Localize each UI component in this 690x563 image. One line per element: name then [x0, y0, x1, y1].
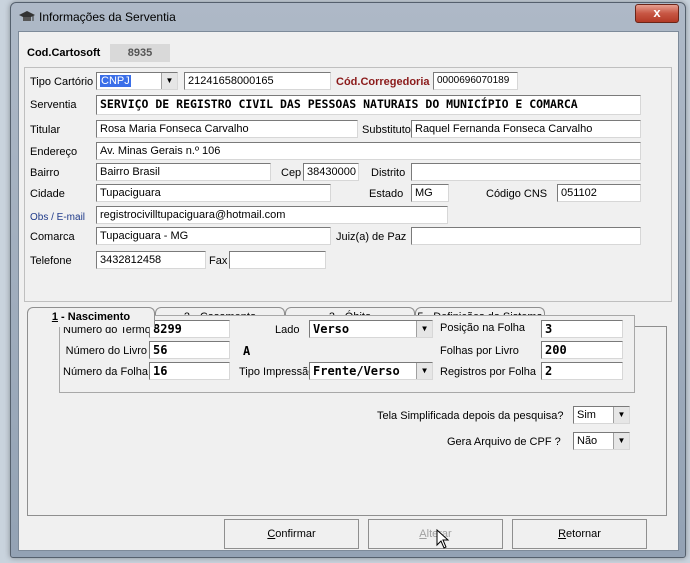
tipo-cartorio-label: Tipo Cartório: [30, 76, 94, 88]
distrito-label: Distrito: [371, 167, 406, 179]
lado-value: Verso: [313, 322, 350, 336]
tela-simplificada-label: Tela Simplificada depois da pesquisa?: [377, 410, 564, 422]
cod-cartosoft-value: 8935: [110, 44, 170, 62]
folhas-livro-field[interactable]: 200: [541, 341, 623, 359]
numero-folha-field[interactable]: 16: [149, 362, 230, 380]
folhas-livro-label: Folhas por Livro: [440, 345, 519, 357]
numero-termo-field[interactable]: 8299: [149, 320, 230, 338]
gera-cpf-value: Não: [577, 435, 598, 447]
tab-nascimento-label: - Nascimento: [57, 311, 131, 323]
cidade-label: Cidade: [30, 188, 65, 200]
gera-cpf-select[interactable]: Não ▼: [573, 432, 630, 450]
juiz-de-paz-label: Juiz(a) de Paz: [336, 231, 407, 243]
obs-email-field[interactable]: registrocivilltupaciguara@hotmail.com: [96, 206, 448, 224]
numero-livro-label: Número do Livro: [65, 345, 147, 357]
retornar-button[interactable]: Retornar: [512, 519, 647, 549]
client-area: Cod.Cartosoft 8935 Tipo Cartório CNPJ ▼ …: [18, 31, 679, 551]
comarca-label: Comarca: [30, 231, 75, 243]
chevron-down-icon[interactable]: ▼: [416, 321, 432, 337]
alterar-key: A: [419, 528, 427, 540]
close-button[interactable]: x: [635, 4, 679, 23]
numero-folha-label: Número da Folha: [63, 366, 148, 378]
substituto-label: Substituto: [362, 124, 411, 136]
tipo-impressao-value: Frente/Verso: [313, 364, 400, 378]
endereco-field[interactable]: Av. Minas Gerais n.º 106: [96, 142, 641, 160]
lado-select[interactable]: Verso ▼: [309, 320, 433, 338]
tela-simplificada-select[interactable]: Sim ▼: [573, 406, 630, 424]
confirmar-button[interactable]: Confirmar: [224, 519, 359, 549]
cidade-field[interactable]: Tupaciguara: [96, 184, 331, 202]
chevron-down-icon[interactable]: ▼: [161, 73, 177, 89]
fax-label: Fax: [209, 255, 228, 267]
gera-cpf-label: Gera Arquivo de CPF ?: [447, 436, 561, 448]
comarca-field[interactable]: Tupaciguara - MG: [96, 227, 331, 245]
codigo-cns-field[interactable]: 051102: [557, 184, 641, 202]
tipo-cartorio-value: CNPJ: [100, 75, 131, 87]
estado-field[interactable]: MG: [411, 184, 449, 202]
fax-field[interactable]: [229, 251, 326, 269]
mouse-cursor-icon: [436, 529, 450, 549]
retornar-key: R: [558, 528, 567, 540]
bairro-label: Bairro: [30, 167, 60, 179]
estado-label: Estado: [369, 188, 404, 200]
tela-simplificada-value: Sim: [577, 409, 596, 421]
cod-corregedoria-field[interactable]: 0000696070189: [433, 72, 518, 90]
codigo-cns-label: Código CNS: [486, 188, 548, 200]
serventia-field[interactable]: SERVIÇO DE REGISTRO CIVIL DAS PESSOAS NA…: [96, 95, 641, 115]
retornar-label: etornar: [566, 528, 601, 540]
cnpj-field[interactable]: 21241658000165: [184, 72, 331, 90]
confirmar-label: onfirmar: [275, 528, 316, 540]
serventia-label: Serventia: [30, 99, 77, 111]
distrito-field[interactable]: [411, 163, 641, 181]
titular-field[interactable]: Rosa Maria Fonseca Carvalho: [96, 120, 358, 138]
tipo-impressao-label: Tipo Impressão: [239, 366, 315, 378]
cod-cartosoft-label: Cod.Cartosoft: [27, 47, 101, 59]
numero-livro-field[interactable]: 56: [149, 341, 230, 359]
telefone-field[interactable]: 3432812458: [96, 251, 206, 269]
juiz-de-paz-field[interactable]: [411, 227, 641, 245]
posicao-folha-field[interactable]: 3: [541, 320, 623, 338]
lado-label: Lado: [275, 324, 300, 336]
cod-corregedoria-label: Cód.Corregedoria: [336, 76, 430, 88]
tipo-impressao-select[interactable]: Frente/Verso ▼: [309, 362, 433, 380]
graduation-cap-icon: [19, 11, 35, 21]
substituto-field[interactable]: Raquel Fernanda Fonseca Carvalho: [411, 120, 641, 138]
posicao-folha-label: Posição na Folha: [440, 322, 525, 334]
endereco-label: Endereço: [30, 146, 78, 158]
livro-suffix: A: [243, 344, 251, 358]
chevron-down-icon[interactable]: ▼: [416, 363, 432, 379]
cep-field[interactable]: 38430000: [303, 163, 359, 181]
chevron-down-icon[interactable]: ▼: [613, 407, 629, 423]
bairro-field[interactable]: Bairro Brasil: [96, 163, 271, 181]
titular-label: Titular: [30, 124, 61, 136]
cep-label: Cep: [281, 167, 302, 179]
registros-folha-field[interactable]: 2: [541, 362, 623, 380]
tab-nascimento[interactable]: 1 - Nascimento: [27, 307, 155, 327]
window-title: Informações da Serventia: [39, 10, 176, 24]
registros-folha-label: Registros por Folha: [440, 366, 536, 378]
chevron-down-icon[interactable]: ▼: [613, 433, 629, 449]
dialog-window: Informações da Serventia x Cod.Cartosoft…: [10, 2, 686, 558]
tipo-cartorio-select[interactable]: CNPJ ▼: [96, 72, 178, 90]
telefone-label: Telefone: [30, 255, 72, 267]
obs-email-label: Obs / E-mail: [30, 212, 86, 223]
